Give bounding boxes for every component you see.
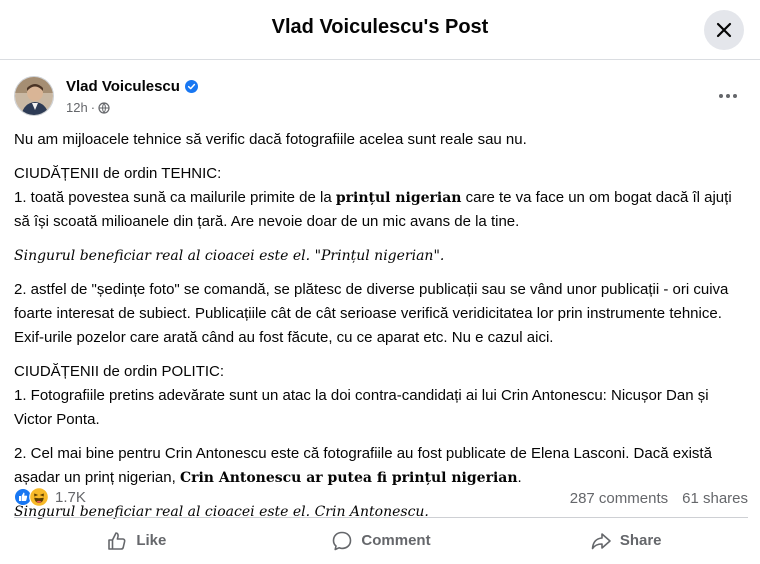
meta-separator: · [90,100,96,115]
close-icon [716,22,732,38]
engagement-stats: 287 comments 61 shares [570,490,748,507]
dialog-title: Vlad Voiculescu's Post [271,16,489,38]
political-heading: CIUDĂȚENII de ordin POLITIC: [14,363,225,380]
shares-count[interactable]: 61 shares [682,490,748,507]
like-button[interactable]: Like [14,518,259,563]
post-time[interactable]: 12h [66,100,88,115]
share-icon [591,532,611,549]
more-icon [719,94,737,98]
share-button[interactable]: Share [503,518,748,563]
share-label: Share [619,532,662,549]
political-point-2-post: . [517,469,522,486]
like-label: Like [136,532,167,549]
tech-point-1-pre: 1. toată povestea sună ca mailurile prim… [14,189,336,206]
antonescu-bold: Crin Antonescu ar putea fi prințul niger… [179,470,518,486]
post-author: Vlad Voiculescu [66,78,198,95]
comment-button[interactable]: Comment [259,518,504,563]
avatar[interactable] [14,76,54,116]
post-body: Nu am mijloacele tehnice să verific dacă… [14,128,749,534]
italic-note-1: Singurul beneficiar real al cioacei este… [14,248,445,264]
more-options-button[interactable] [712,84,744,108]
haha-reaction-icon [29,487,49,507]
avatar-image [15,77,53,115]
tech-point-1: 1. toată povestea sună ca mailurile prim… [14,186,749,234]
comment-label: Comment [361,532,431,549]
political-point-2: 2. Cel mai bine pentru Crin Antonescu es… [14,442,749,490]
close-button[interactable] [704,10,744,50]
political-point-1: 1. Fotografiile pretins adevărate sunt u… [14,387,709,428]
nigerian-prince-bold: prințul nigerian [335,190,462,206]
reaction-count[interactable]: 1.7K [55,489,86,506]
tech-point-2: 2. astfel de "ședințe foto" se comandă, … [14,281,729,346]
post-meta: 12h · [66,100,110,115]
author-name[interactable]: Vlad Voiculescu [66,78,180,95]
reactions-summary[interactable]: 1.7K [14,487,86,507]
tech-heading: CIUDĂȚENII de ordin TEHNIC: [14,165,222,182]
comments-count[interactable]: 287 comments [570,490,668,507]
thumbs-up-icon [108,531,126,550]
action-bar: Like Comment Share [14,517,748,563]
dialog-header: Vlad Voiculescu's Post [0,0,760,60]
globe-icon [98,101,110,114]
intro-paragraph: Nu am mijloacele tehnice să verific dacă… [14,131,527,148]
verified-badge-icon [184,80,198,93]
comment-icon [333,531,352,550]
